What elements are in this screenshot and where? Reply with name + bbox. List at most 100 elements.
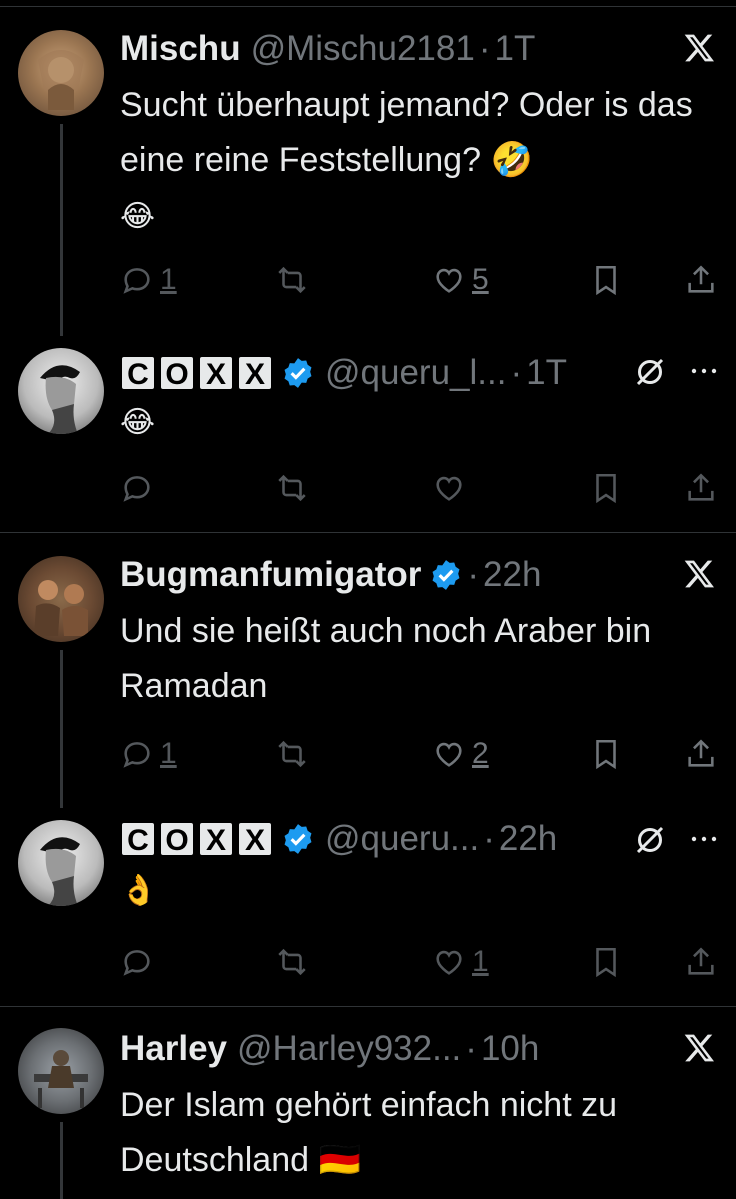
name-letter: O [159,355,195,391]
tweet-header: Bugmanfumigator · 22h [120,552,541,598]
separator: · [510,353,523,392]
thread-line [60,650,63,808]
like-button[interactable] [432,468,466,508]
like-button[interactable]: 5 [432,260,489,300]
tweet-header: COXX @queru... · 22h [120,816,557,862]
bookmark-button[interactable] [589,942,623,982]
like-icon [432,471,466,505]
like-icon [432,263,466,297]
author-name[interactable]: Harley [120,1029,227,1069]
author-handle[interactable]: @queru... [325,819,479,859]
author-handle[interactable]: @queru_l... [325,353,506,393]
bookmark-icon [589,737,623,771]
author-name[interactable]: Mischu [120,29,241,69]
author-name[interactable]: Bugmanfumigator [120,555,421,595]
share-button[interactable] [684,942,718,982]
avatar[interactable] [18,556,104,642]
more-icon[interactable] [690,834,718,844]
retweet-icon [275,471,309,505]
separator: · [465,1029,477,1068]
tweet-coxx-reply-2[interactable]: COXX @queru... · 22h 👌 1 [0,812,736,1002]
reply-icon [120,945,154,979]
retweet-button[interactable] [275,734,309,774]
tweet-coxx-reply-1[interactable]: COXX @queru_l... · 1T 😂 [0,340,736,530]
retweet-icon [275,945,309,979]
share-button[interactable] [684,734,718,774]
action-bar: 1 2 [120,734,720,774]
more-icon[interactable] [690,366,718,376]
retweet-button[interactable] [275,468,309,508]
retweet-button[interactable] [275,942,309,982]
verified-badge-icon[interactable] [429,558,463,592]
mute-icon[interactable] [632,354,668,390]
timestamp[interactable]: 1T [495,29,536,69]
timestamp[interactable]: 22h [499,819,557,859]
reply-button[interactable] [120,942,154,982]
reply-button[interactable]: 1 [120,260,177,300]
separator: · [478,29,491,68]
action-bar: 1 [120,942,720,982]
name-letter: X [237,355,273,391]
mute-icon[interactable] [632,822,668,858]
tweet-text: Und sie heißt auch noch Araber bin Ramad… [120,612,652,705]
avatar[interactable] [18,30,104,116]
bookmark-button[interactable] [589,468,623,508]
x-logo-icon [684,558,716,590]
bookmark-button[interactable] [589,734,623,774]
retweet-icon [275,263,309,297]
share-button[interactable] [684,468,718,508]
action-bar [120,468,720,508]
share-icon [684,945,718,979]
author-name[interactable]: COXX [120,821,273,857]
reply-button[interactable] [120,468,154,508]
bookmark-button[interactable] [589,260,623,300]
tweet-emoji: 😂 [120,406,156,439]
like-button[interactable]: 2 [432,734,489,774]
tweet-emoji: 👌 [120,874,158,907]
like-button[interactable]: 1 [432,942,489,982]
separator: · [467,555,480,594]
tweet-harley[interactable]: Harley @Harley932... · 10h Der Islam geh… [0,1026,736,1199]
retweet-icon [275,737,309,771]
avatar[interactable] [18,1028,104,1114]
name-letter: X [237,821,273,857]
name-letter: X [198,355,234,391]
tweet-header: COXX @queru_l... · 1T [120,350,567,396]
name-letter: X [198,821,234,857]
reply-button[interactable]: 1 [120,734,177,774]
tweet-mischu[interactable]: Mischu @Mischu2181 · 1T Sucht überhaupt … [0,26,736,336]
bookmark-icon [589,945,623,979]
top-divider [0,6,736,7]
timestamp[interactable]: 10h [481,1029,539,1069]
x-logo-icon [684,1032,716,1064]
avatar[interactable] [18,820,104,906]
tweet-header: Mischu @Mischu2181 · 1T [120,26,535,72]
retweet-button[interactable] [275,260,309,300]
reply-icon [120,263,154,297]
share-button[interactable] [684,260,718,300]
thread-line [60,1122,63,1199]
tweet-header: Harley @Harley932... · 10h [120,1026,539,1072]
verified-badge-icon[interactable] [281,356,315,390]
verified-badge-icon[interactable] [281,822,315,856]
divider [0,532,736,533]
tweet-text: 👌 [120,862,720,917]
like-icon [432,945,466,979]
timestamp[interactable]: 22h [483,555,541,595]
author-name[interactable]: COXX [120,355,273,391]
reply-count: 1 [160,263,177,296]
tweet-text: Sucht überhaupt jemand? Oder is das eine… [120,78,720,243]
tweet-text-line: Sucht überhaupt jemand? Oder is das eine… [120,86,693,179]
timestamp[interactable]: 1T [526,353,567,393]
share-icon [684,737,718,771]
bookmark-icon [589,471,623,505]
name-letter: C [120,355,156,391]
tweet-bugmanfumigator[interactable]: Bugmanfumigator · 22h Und sie heißt auch… [0,552,736,808]
tweet-text: Der Islam gehört einfach nicht zu Deutsc… [120,1086,618,1179]
tweet-emoji: 😂 [120,200,156,233]
author-handle[interactable]: @Mischu2181 [251,29,475,69]
reply-icon [120,737,154,771]
avatar[interactable] [18,348,104,434]
author-handle[interactable]: @Harley932... [237,1029,461,1069]
like-icon [432,737,466,771]
